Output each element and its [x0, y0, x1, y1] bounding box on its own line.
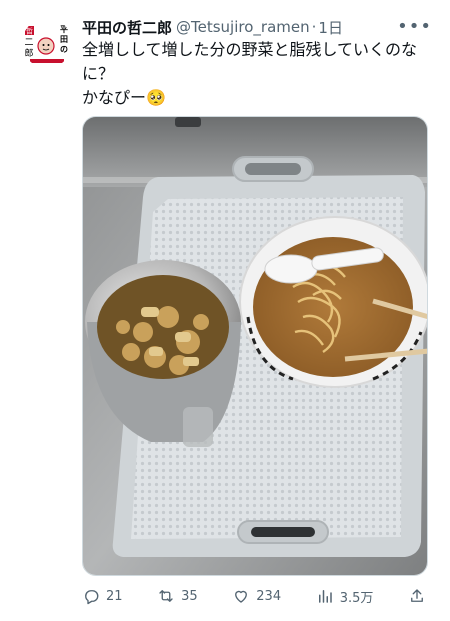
- user-handle[interactable]: @Tetsujiro_ramen: [176, 18, 310, 36]
- separator-dot: ·: [311, 18, 317, 36]
- views-count: 3.5万: [339, 590, 374, 606]
- tweet-card[interactable]: 哲 二 郎 平 田 の 平田の哲二郎 @Tetsujiro_ramen · 1日…: [0, 0, 450, 621]
- ramen-leftovers-photo: [83, 117, 427, 575]
- svg-text:二: 二: [24, 38, 33, 48]
- tweet-text-line-1: 全増しして増した分の野菜と脂残していくのな: [82, 40, 418, 59]
- retweet-count: 35: [181, 588, 198, 604]
- reply-count: 21: [106, 588, 123, 604]
- avatar[interactable]: 哲 二 郎 平 田 の: [22, 18, 72, 68]
- tweet-text-line-2: に？: [82, 64, 115, 83]
- more-options-icon[interactable]: •••: [397, 16, 432, 37]
- views-chart-icon: [318, 590, 332, 603]
- reply-button[interactable]: 21: [82, 587, 123, 605]
- share-button[interactable]: [408, 587, 432, 605]
- reply-icon: [85, 590, 99, 605]
- svg-text:田: 田: [60, 35, 68, 44]
- svg-text:郎: 郎: [24, 47, 33, 59]
- heart-icon: [235, 590, 248, 603]
- retweet-icon: [159, 590, 173, 602]
- tweet-text-line-3: かなぴー🥺: [82, 88, 166, 107]
- tweet-photo[interactable]: [82, 116, 428, 576]
- like-count: 234: [256, 588, 282, 604]
- svg-text:の: の: [60, 45, 68, 54]
- action-bar: 21 35 234 3.5万: [82, 584, 432, 608]
- retweet-button[interactable]: 35: [157, 587, 198, 605]
- avatar-logo: 哲 二 郎 平 田 の: [22, 18, 72, 68]
- tweet-header: 平田の哲二郎 @Tetsujiro_ramen · 1日 •••: [82, 16, 432, 38]
- share-icon: [411, 589, 423, 602]
- timestamp[interactable]: 1日: [318, 17, 343, 38]
- display-name[interactable]: 平田の哲二郎: [82, 17, 172, 38]
- svg-text:平: 平: [60, 25, 68, 34]
- tweet-text: 全増しして増した分の野菜と脂残していくのな に？ かなぴー🥺: [82, 38, 432, 110]
- svg-text:哲: 哲: [26, 27, 33, 36]
- like-button[interactable]: 234: [232, 587, 281, 605]
- views-button[interactable]: 3.5万: [316, 587, 374, 606]
